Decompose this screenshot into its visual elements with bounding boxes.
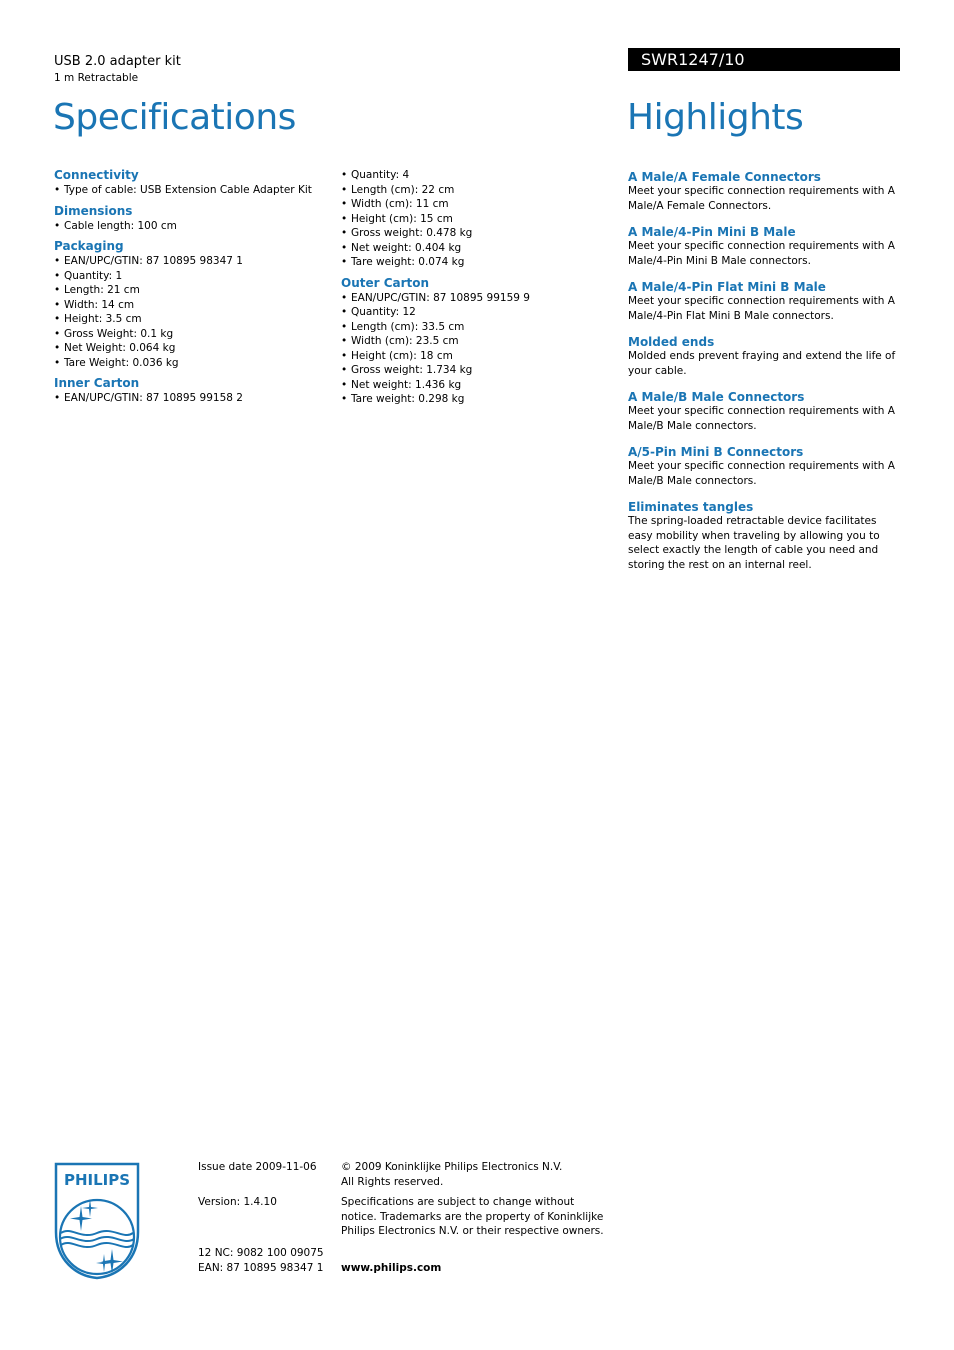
spec-item: EAN/UPC/GTIN: 87 10895 98347 1 (54, 254, 334, 269)
philips-shield-icon: PHILIPS (54, 1162, 140, 1280)
spec-column-1: Connectivity Type of cable: USB Extensio… (54, 168, 334, 412)
specifications-title: Specifications (53, 97, 296, 138)
highlight-body: Meet your specific connection requiremen… (628, 460, 895, 487)
disclaimer: Specifications are subject to change wit… (341, 1196, 604, 1237)
spec-item: Quantity: 12 (341, 305, 581, 320)
highlight-title: A Male/4-Pin Flat Mini B Male (628, 280, 826, 294)
spec-section-outer-carton: Outer Carton EAN/UPC/GTIN: 87 10895 9915… (341, 276, 581, 407)
highlight-item: A Male/4-Pin Flat Mini B Male Meet your … (628, 280, 900, 323)
spec-item: Net weight: 0.404 kg (341, 241, 581, 256)
highlight-body: Meet your specific connection requiremen… (628, 295, 895, 322)
philips-shield-logo: PHILIPS (54, 1162, 140, 1280)
issue-date: Issue date 2009-11-06 (198, 1161, 317, 1173)
spec-section-inner-carton: Inner Carton EAN/UPC/GTIN: 87 10895 9915… (54, 376, 334, 406)
highlight-body: Molded ends prevent fraying and extend t… (628, 350, 896, 377)
spec-item: Width (cm): 23.5 cm (341, 334, 581, 349)
nc-code: 12 NC: 9082 100 09075 (198, 1247, 324, 1259)
section-title: Outer Carton (341, 275, 430, 290)
highlights-title: Highlights (627, 97, 804, 138)
spec-item: EAN/UPC/GTIN: 87 10895 99159 9 (341, 291, 581, 306)
website-link[interactable]: www.philips.com (341, 1261, 441, 1276)
highlight-item: Eliminates tangles The spring-loaded ret… (628, 500, 900, 572)
copyright-line-2: All Rights reserved. (341, 1175, 444, 1188)
spec-item: Type of cable: USB Extension Cable Adapt… (54, 183, 334, 198)
spec-item: Tare Weight: 0.036 kg (54, 356, 334, 371)
spec-item: Length (cm): 22 cm (341, 183, 581, 198)
copyright: © 2009 Koninklijke Philips Electronics N… (341, 1160, 611, 1189)
spec-section-connectivity: Connectivity Type of cable: USB Extensio… (54, 168, 334, 198)
spec-item: Width: 14 cm (54, 298, 334, 313)
highlight-body: Meet your specific connection requiremen… (628, 185, 895, 212)
spec-section-inner-carton-continued: Quantity: 4 Length (cm): 22 cm Width (cm… (341, 168, 581, 270)
spec-section-dimensions: Dimensions Cable length: 100 cm (54, 204, 334, 234)
highlight-title: Molded ends (628, 335, 715, 349)
spec-item: Net weight: 1.436 kg (341, 378, 581, 393)
version: Version: 1.4.10 (198, 1196, 277, 1208)
highlight-item: A Male/A Female Connectors Meet your spe… (628, 170, 900, 213)
ean-code: EAN: 87 10895 98347 1 (198, 1262, 324, 1274)
highlight-item: A/5-Pin Mini B Connectors Meet your spec… (628, 445, 900, 488)
product-subtitle: 1 m Retractable (54, 72, 139, 84)
highlight-title: A Male/A Female Connectors (628, 170, 821, 184)
highlight-body: The spring-loaded retractable device fac… (628, 515, 880, 571)
spec-item: Gross weight: 0.478 kg (341, 226, 581, 241)
section-title: Packaging (54, 239, 124, 253)
spec-item: Length: 21 cm (54, 283, 334, 298)
spec-item: Gross weight: 1.734 kg (341, 363, 581, 378)
highlight-item: A Male/B Male Connectors Meet your speci… (628, 390, 900, 433)
highlight-title: A Male/4-Pin Mini B Male (628, 225, 796, 239)
spec-item: Height (cm): 18 cm (341, 349, 581, 364)
spec-item: Width (cm): 11 cm (341, 197, 581, 212)
spec-section-packaging: Packaging EAN/UPC/GTIN: 87 10895 98347 1… (54, 239, 334, 370)
copyright-line-1: © 2009 Koninklijke Philips Electronics N… (341, 1161, 563, 1173)
spec-item: Length (cm): 33.5 cm (341, 320, 581, 335)
highlights-column: A Male/A Female Connectors Meet your spe… (628, 170, 900, 584)
spec-item: Quantity: 1 (54, 269, 334, 284)
logo-wordmark: PHILIPS (64, 1171, 130, 1189)
highlight-body: Meet your specific connection requiremen… (628, 240, 895, 267)
section-title: Dimensions (54, 203, 133, 218)
section-title: Connectivity (54, 168, 139, 182)
highlight-item: A Male/4-Pin Mini B Male Meet your speci… (628, 225, 900, 268)
spec-item: Tare weight: 0.298 kg (341, 392, 581, 407)
spec-item: Height: 3.5 cm (54, 312, 334, 327)
spec-item: EAN/UPC/GTIN: 87 10895 99158 2 (54, 391, 334, 406)
spec-column-2: Quantity: 4 Length (cm): 22 cm Width (cm… (341, 168, 581, 413)
highlight-title: A/5-Pin Mini B Connectors (628, 445, 804, 459)
product-name: USB 2.0 adapter kit (54, 54, 181, 69)
highlight-body: Meet your specific connection requiremen… (628, 405, 895, 432)
section-title: Inner Carton (54, 376, 140, 390)
spec-item: Tare weight: 0.074 kg (341, 255, 581, 270)
highlight-title: A Male/B Male Connectors (628, 390, 805, 404)
model-number-bar: SWR1247/10 (628, 48, 900, 71)
spec-item: Gross Weight: 0.1 kg (54, 327, 334, 342)
highlight-title: Eliminates tangles (628, 500, 754, 514)
spec-item: Cable length: 100 cm (54, 219, 334, 234)
spec-item: Height (cm): 15 cm (341, 212, 581, 227)
highlight-item: Molded ends Molded ends prevent fraying … (628, 335, 900, 378)
spec-item: Quantity: 4 (341, 168, 581, 183)
spec-item: Net Weight: 0.064 kg (54, 341, 334, 356)
